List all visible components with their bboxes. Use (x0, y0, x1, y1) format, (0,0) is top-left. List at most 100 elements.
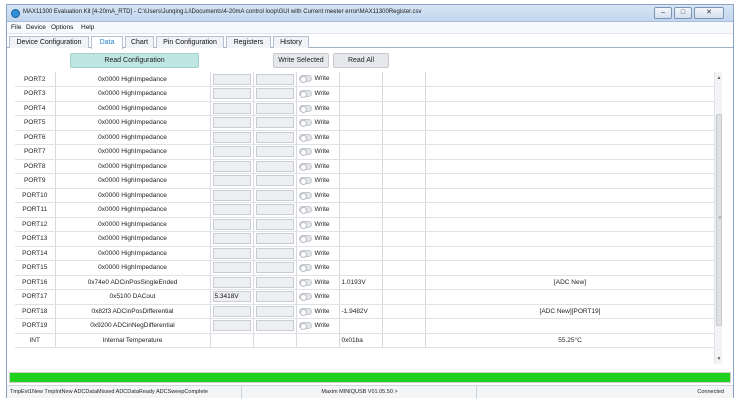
write-label: Write (314, 104, 330, 112)
value-input-1[interactable] (212, 189, 251, 201)
value-input-1[interactable] (212, 102, 251, 114)
value-input-1[interactable] (212, 305, 251, 317)
tab-device-configuration[interactable]: Device Configuration (9, 36, 89, 48)
value-input-1[interactable] (212, 276, 251, 288)
value-input-1[interactable] (212, 117, 251, 129)
value-input-1[interactable] (212, 146, 251, 158)
menu-device[interactable]: Device (26, 24, 46, 31)
write-toggle[interactable] (298, 307, 312, 316)
write-toggle[interactable] (298, 162, 312, 171)
table-row[interactable]: PORT9 0x0000 HighImpedance Write (15, 173, 715, 189)
value-input-2[interactable] (255, 189, 294, 201)
value-input-1[interactable] (212, 204, 251, 216)
value-input-2[interactable] (255, 291, 294, 303)
write-toggle[interactable] (298, 235, 312, 244)
value-input-2[interactable] (255, 233, 294, 245)
tab-chart[interactable]: Chart (125, 36, 154, 48)
value-input-2[interactable] (255, 262, 294, 274)
value-input-1[interactable]: 5.3418V (212, 291, 251, 303)
value-input-1[interactable] (212, 175, 251, 187)
value-input-2[interactable] (255, 88, 294, 100)
value-input-2[interactable] (255, 73, 294, 85)
value-input-1[interactable] (212, 247, 251, 259)
value-input-2[interactable] (255, 276, 294, 288)
scroll-up-arrow-icon[interactable]: ▲ (715, 75, 723, 81)
menu-file[interactable]: File (11, 24, 21, 31)
close-button[interactable]: ✕ (694, 7, 724, 19)
write-toggle[interactable] (298, 75, 312, 84)
value-input-2[interactable] (255, 102, 294, 114)
write-selected-button[interactable]: Write Selected (273, 53, 329, 68)
minimize-button[interactable]: – (654, 7, 672, 19)
write-toggle[interactable] (298, 264, 312, 273)
tab-data[interactable]: Data (91, 36, 123, 49)
read-all-button[interactable]: Read All (333, 53, 389, 68)
table-row[interactable]: PORT8 0x0000 HighImpedance Write (15, 159, 715, 174)
value-input-1[interactable] (212, 160, 251, 172)
write-toggle[interactable] (298, 220, 312, 229)
table-row[interactable]: PORT19 0x9200 ADCinNegDifferential Write (15, 318, 715, 334)
value-input-2[interactable] (255, 131, 294, 143)
table-row[interactable]: PORT11 0x0000 HighImpedance Write (15, 202, 715, 218)
scrollbar-thumb[interactable]: ≡ (716, 114, 722, 326)
tab-pin-configuration[interactable]: Pin Configuration (156, 36, 224, 48)
value-input-1[interactable] (212, 320, 251, 332)
value-input-1[interactable] (212, 73, 251, 85)
table-row[interactable]: PORT15 0x0000 HighImpedance Write (15, 260, 715, 276)
value-input-2[interactable] (255, 247, 294, 259)
vertical-scrollbar[interactable]: ▲ ≡ ▼ (714, 72, 722, 364)
write-toggle[interactable] (298, 249, 312, 258)
value-input-1[interactable] (212, 262, 251, 274)
tab-history[interactable]: History (273, 36, 309, 48)
write-toggle[interactable] (298, 119, 312, 128)
table-row[interactable]: PORT2 0x0000 HighImpedance Write (15, 72, 715, 87)
value-input-1[interactable] (212, 218, 251, 230)
write-toggle[interactable] (298, 293, 312, 302)
value-input-1[interactable] (212, 88, 251, 100)
write-toggle[interactable] (298, 133, 312, 142)
write-toggle[interactable] (298, 278, 312, 287)
write-cell: Write (296, 217, 340, 232)
menu-help[interactable]: Help (81, 24, 94, 31)
write-toggle[interactable] (298, 322, 312, 331)
comment-cell (425, 260, 715, 276)
write-toggle[interactable] (298, 90, 312, 99)
table-row[interactable]: PORT16 0x74e0 ADCinPosSingleEnded Write 1.0… (15, 275, 715, 290)
title-bar[interactable]: MAX11300 Evaluation Kit [4-20mA_RTD] - C… (7, 5, 733, 22)
table-row[interactable]: PORT6 0x0000 HighImpedance Write (15, 130, 715, 145)
write-toggle[interactable] (298, 177, 312, 186)
table-row[interactable]: PORT4 0x0000 HighImpedance Write (15, 101, 715, 116)
table-row[interactable]: PORT3 0x0000 HighImpedance Write (15, 86, 715, 102)
table-row[interactable]: PORT10 0x0000 HighImpedance Write (15, 188, 715, 203)
empty-cell (382, 318, 426, 334)
menu-options[interactable]: Options (51, 24, 73, 31)
value-input-2[interactable] (255, 320, 294, 332)
write-toggle[interactable] (298, 206, 312, 215)
scroll-down-arrow-icon[interactable]: ▼ (715, 356, 723, 362)
table-row[interactable]: PORT17 0x5100 DACout 5.3418V Write (15, 289, 715, 305)
write-toggle[interactable] (298, 191, 312, 200)
value-input-2[interactable] (255, 175, 294, 187)
value-input-1[interactable] (212, 233, 251, 245)
table-row[interactable]: PORT14 0x0000 HighImpedance Write (15, 246, 715, 261)
maximize-button[interactable]: □ (674, 7, 692, 19)
tab-registers[interactable]: Registers (226, 36, 271, 48)
write-toggle[interactable] (298, 148, 312, 157)
table-row[interactable]: PORT18 0x82f3 ADCinPosDifferential Write -1… (15, 304, 715, 319)
table-row[interactable]: INT Internal Temperature 0x01ba 55.25°C (15, 333, 715, 348)
value-input-1[interactable] (212, 131, 251, 143)
table-row[interactable]: PORT5 0x0000 HighImpedance Write (15, 115, 715, 131)
table-row[interactable]: PORT7 0x0000 HighImpedance Write (15, 144, 715, 160)
value-input-2[interactable] (255, 160, 294, 172)
write-toggle[interactable] (298, 104, 312, 113)
table-row[interactable]: PORT12 0x0000 HighImpedance Write (15, 217, 715, 232)
read-configuration-button[interactable]: Read Configuration (70, 53, 199, 68)
table-row[interactable]: PORT13 0x0000 HighImpedance Write (15, 231, 715, 247)
port-config-cell: 0x0000 HighImpedance (55, 188, 211, 203)
value-input-2[interactable] (255, 146, 294, 158)
empty-cell (382, 202, 426, 218)
value-input-2[interactable] (255, 117, 294, 129)
value-input-2[interactable] (255, 204, 294, 216)
value-input-2[interactable] (255, 305, 294, 317)
value-input-2[interactable] (255, 218, 294, 230)
